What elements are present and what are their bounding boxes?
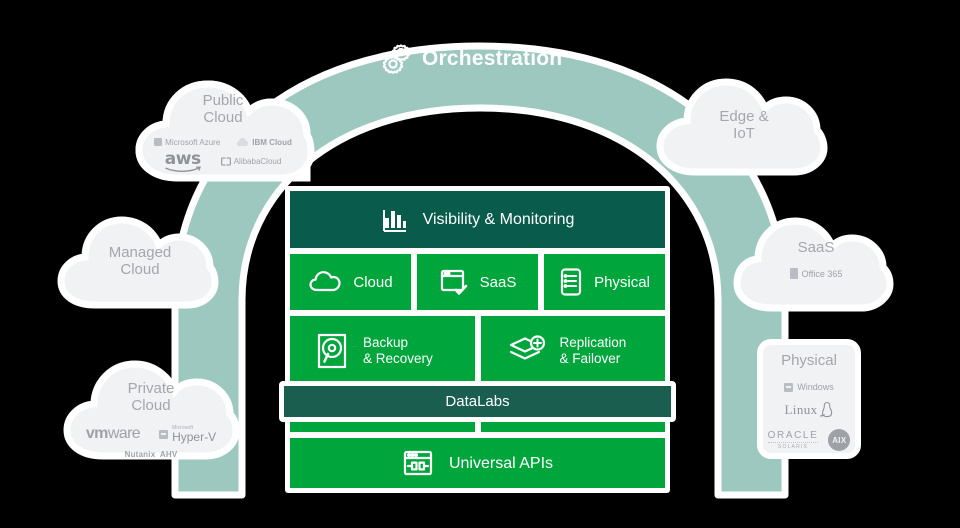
datalabs-bar[interactable]: DataLabs: [279, 381, 676, 422]
tile-visibility-monitoring[interactable]: Visibility & Monitoring: [290, 191, 665, 248]
cloud-public[interactable]: Public Cloud Microsoft Azure IBM Cloud a…: [126, 74, 320, 184]
bar-chart-icon: [381, 206, 409, 234]
tile-visibility-label: Visibility & Monitoring: [422, 211, 575, 228]
cloud-icon: [308, 269, 342, 295]
logo-linux: Linux: [784, 401, 818, 417]
platform-stack: Visibility & Monitoring Cloud SaaS Physi…: [285, 186, 670, 493]
tile-backup-recovery[interactable]: Backup & Recovery: [290, 316, 475, 386]
tile-cloud[interactable]: Cloud: [290, 254, 411, 310]
logo-oracle-solaris: ORACLE SOLARIS: [767, 429, 819, 450]
tile-saas[interactable]: SaaS: [417, 254, 538, 310]
tile-physical-label: Physical: [594, 273, 650, 291]
tile-cloud-label: Cloud: [353, 273, 393, 291]
cloud-private[interactable]: Private Cloud vmware Microsoft Hyper-V N…: [58, 358, 244, 466]
tile-saas-label: SaaS: [479, 273, 517, 291]
api-plug-icon: [402, 449, 434, 477]
logo-windows: Windows: [784, 382, 834, 392]
cloud-managed[interactable]: Managed Cloud: [57, 212, 223, 312]
server-list-icon: [559, 267, 583, 297]
tile-replication-failover[interactable]: Replication & Failover: [480, 316, 665, 386]
physical-box[interactable]: Physical Windows Linux ORACLE SOLARIS AI…: [757, 339, 861, 459]
layers-plus-icon: [506, 334, 546, 368]
tile-replication-label: Replication & Failover: [559, 335, 627, 366]
tile-physical[interactable]: Physical: [544, 254, 665, 310]
physical-box-title: Physical: [781, 352, 837, 369]
browser-check-icon: [439, 267, 469, 297]
protection-row: Backup & Recovery Replication & Failover: [290, 316, 665, 386]
workload-row: Cloud SaaS Physical: [290, 254, 665, 310]
tile-universal-apis[interactable]: Universal APIs: [290, 438, 665, 488]
logo-aix: AIX: [828, 429, 851, 451]
diagram-canvas: Orchestration Public Cloud Microsoft Azu…: [0, 0, 960, 528]
tux-penguin-icon: [819, 401, 832, 418]
datalabs-label: DataLabs: [445, 393, 510, 410]
tile-backup-label: Backup & Recovery: [363, 335, 433, 366]
cloud-saas[interactable]: SaaS Office 365: [733, 215, 899, 315]
windows-mark: [784, 382, 794, 392]
cloud-edge-iot[interactable]: Edge & IoT: [655, 76, 833, 180]
disk-search-icon: [315, 332, 349, 370]
tile-apis-label: Universal APIs: [448, 454, 554, 472]
